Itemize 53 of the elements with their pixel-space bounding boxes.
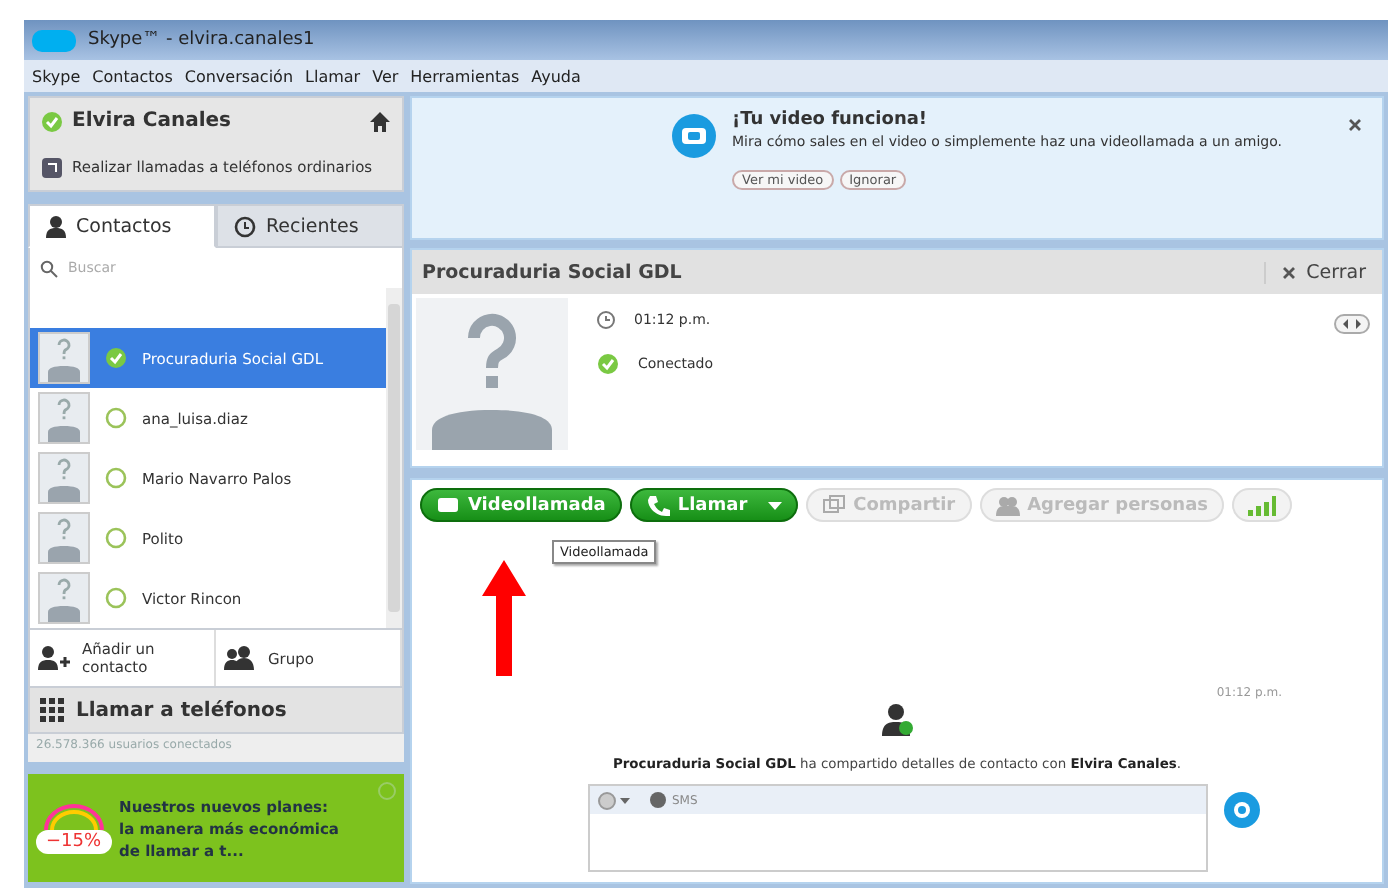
avatar-icon bbox=[38, 392, 90, 444]
group-icon bbox=[224, 646, 256, 670]
notification-title: ¡Tu video funciona! bbox=[732, 110, 930, 130]
tab[interactable]: Recientes bbox=[216, 204, 404, 248]
profile-name[interactable]: Elvira Canales bbox=[72, 110, 360, 132]
discount-badge: −15% bbox=[36, 830, 112, 854]
menu-item[interactable]: Llamar bbox=[305, 67, 361, 85]
menu-item[interactable]: Contactos bbox=[92, 67, 173, 85]
status-icon bbox=[104, 526, 128, 550]
avatar-icon bbox=[38, 332, 90, 384]
close-button[interactable]: Cerrar bbox=[1264, 261, 1366, 283]
status-icon bbox=[40, 109, 64, 133]
dropdown-caret-icon bbox=[767, 501, 782, 509]
avatar-icon bbox=[38, 452, 90, 504]
send-button[interactable] bbox=[1224, 792, 1260, 828]
contact-name: Procuraduria Social GDL bbox=[422, 261, 684, 283]
call-quality-button[interactable] bbox=[1232, 488, 1292, 522]
menu-item[interactable]: Skype bbox=[32, 67, 81, 85]
pager-arrows-icon bbox=[1334, 314, 1370, 334]
search-icon bbox=[40, 259, 58, 277]
scrollbar[interactable] bbox=[386, 288, 402, 628]
home-icon bbox=[368, 109, 392, 133]
status-icon bbox=[104, 406, 128, 430]
windows-icon bbox=[821, 493, 846, 517]
annotation-arrow bbox=[482, 560, 526, 676]
send-icon bbox=[1232, 800, 1252, 820]
tab[interactable]: Contactos bbox=[28, 204, 216, 248]
close-button[interactable] bbox=[1344, 114, 1366, 136]
clock-icon bbox=[234, 215, 256, 237]
status-icon bbox=[104, 346, 128, 370]
dialpad-icon bbox=[40, 698, 64, 722]
menu-item[interactable]: Ayuda bbox=[531, 67, 581, 85]
menu-item[interactable]: Conversación bbox=[184, 67, 294, 85]
status-icon bbox=[104, 466, 128, 490]
add-person-icon bbox=[38, 646, 70, 670]
status-icon bbox=[596, 352, 620, 376]
video-icon bbox=[672, 114, 716, 158]
signal-bars-icon bbox=[1248, 495, 1276, 515]
emoticon-icon bbox=[598, 791, 630, 809]
camera-icon bbox=[436, 493, 460, 517]
menu-item[interactable]: Herramientas bbox=[410, 67, 520, 85]
avatar-icon bbox=[416, 298, 568, 450]
app-logo-icon bbox=[32, 29, 76, 51]
menu-item[interactable]: Ver bbox=[372, 67, 399, 85]
avatar-icon bbox=[38, 512, 90, 564]
avatar-icon bbox=[38, 572, 90, 624]
shared-contact-icon bbox=[881, 704, 913, 736]
person-icon bbox=[46, 215, 66, 237]
window-title: Skype™ - elvira.canales1 bbox=[88, 30, 315, 50]
people-icon bbox=[995, 493, 1020, 517]
status-icon bbox=[104, 586, 128, 610]
clock-icon bbox=[596, 310, 616, 330]
call-phones-button[interactable]: Llamar a teléfonos bbox=[28, 688, 404, 734]
